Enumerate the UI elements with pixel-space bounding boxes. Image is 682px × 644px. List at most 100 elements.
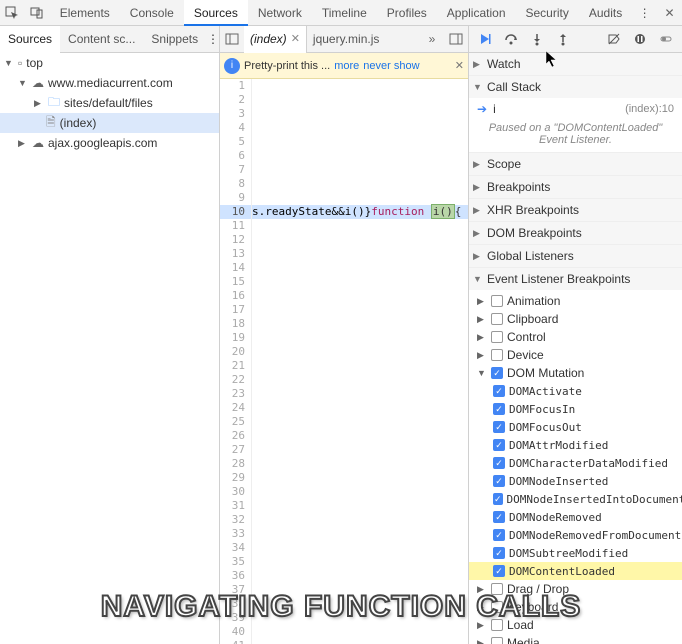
event-item[interactable]: ✓ DOMContentLoaded (469, 562, 682, 580)
checkbox[interactable] (491, 313, 503, 325)
checkbox[interactable] (491, 331, 503, 343)
file-tab-jquery[interactable]: jquery.min.js (307, 32, 385, 46)
tab-security[interactable]: Security (516, 0, 579, 26)
infobar-more-link[interactable]: more (334, 60, 359, 72)
debugger-pane: ▶Watch ▼Call Stack ➔ i (index):10 Paused… (469, 53, 682, 644)
event-item[interactable]: ✓DOMAttrModified (469, 436, 682, 454)
callstack-frame[interactable]: ➔ i (index):10 (469, 100, 682, 118)
more-icon[interactable]: ⋮ (632, 0, 657, 26)
tab-elements[interactable]: Elements (50, 0, 120, 26)
deactivate-breakpoints-button[interactable] (604, 29, 624, 49)
section-watch[interactable]: ▶Watch (469, 53, 682, 75)
tab-console[interactable]: Console (120, 0, 184, 26)
step-out-button[interactable] (553, 29, 573, 49)
event-category[interactable]: ▶Clipboard (469, 310, 682, 328)
checkbox[interactable]: ✓ (493, 529, 505, 541)
event-item-label: DOMContentLoaded (509, 565, 615, 578)
inspect-icon[interactable] (0, 0, 25, 26)
device-icon[interactable] (25, 0, 50, 26)
event-item[interactable]: ✓DOMFocusOut (469, 418, 682, 436)
checkbox[interactable]: ✓ (493, 421, 505, 433)
checkbox[interactable]: ✓ (493, 475, 505, 487)
section-dom-breakpoints[interactable]: ▶DOM Breakpoints (469, 222, 682, 244)
resume-button[interactable] (475, 29, 495, 49)
subtab-sources[interactable]: Sources (0, 26, 60, 53)
event-item[interactable]: ✓ DOMSubtreeModified (469, 544, 682, 562)
checkbox[interactable] (491, 295, 503, 307)
tab-network[interactable]: Network (248, 0, 312, 26)
chevron-right-icon: ▶ (477, 296, 487, 307)
section-event-listener-breakpoints[interactable]: ▼Event Listener Breakpoints (469, 268, 682, 290)
overflow-icon[interactable]: » (420, 26, 444, 53)
event-category[interactable]: ▶Drag / Drop (469, 580, 682, 598)
checkbox[interactable]: ✓ (493, 385, 505, 397)
code-area[interactable]: s.readyState&&i()}function i(){ (252, 79, 468, 644)
event-item[interactable]: ✓DOMNodeRemoved (469, 508, 682, 526)
devtools-top-tabs: Elements Console Sources Network Timelin… (0, 0, 682, 26)
tree-domain2[interactable]: ▶ ☁ ajax.googleapis.com (0, 133, 219, 153)
toggle-debugger-icon[interactable] (444, 26, 468, 53)
pause-exceptions-button[interactable] (630, 29, 650, 49)
event-category[interactable]: ▶Keyboard (469, 598, 682, 616)
event-category-label: DOM Mutation (507, 366, 584, 380)
event-item[interactable]: ✓DOMNodeInserted (469, 472, 682, 490)
file-tab-index[interactable]: (index) ✕ (244, 26, 307, 53)
section-breakpoints[interactable]: ▶Breakpoints (469, 176, 682, 198)
event-category[interactable]: ▶Animation (469, 292, 682, 310)
checkbox[interactable]: ✓ (493, 403, 505, 415)
checkbox[interactable] (491, 619, 503, 631)
checkbox[interactable] (491, 637, 503, 644)
step-into-button[interactable] (527, 29, 547, 49)
tree-file-index[interactable]: 🗎 (index) (0, 113, 219, 133)
checkbox[interactable]: ✓ (493, 547, 505, 559)
subtab-snippets[interactable]: Snippets (143, 26, 206, 53)
subtab-content-scripts[interactable]: Content sc... (60, 26, 143, 53)
section-xhr-breakpoints[interactable]: ▶XHR Breakpoints (469, 199, 682, 221)
event-category-label: Device (507, 348, 544, 362)
event-item[interactable]: ✓DOMFocusIn (469, 400, 682, 418)
close-devtools-icon[interactable]: ✕ (657, 6, 682, 20)
checkbox[interactable]: ✓ (493, 439, 505, 451)
toggle-navigator-icon[interactable] (220, 26, 244, 53)
event-category[interactable]: ▶Device (469, 346, 682, 364)
tree-domain[interactable]: ▼ ☁ www.mediacurrent.com (0, 73, 219, 93)
event-item[interactable]: ✓DOMNodeInsertedIntoDocument (469, 490, 682, 508)
event-item[interactable]: ✓DOMActivate (469, 382, 682, 400)
chevron-down-icon: ▼ (477, 368, 487, 378)
async-toggle[interactable] (656, 29, 676, 49)
more-icon[interactable]: ⋮ (207, 32, 219, 46)
event-category[interactable]: ▼ ✓ DOM Mutation (469, 364, 682, 382)
tab-timeline[interactable]: Timeline (312, 0, 377, 26)
tree-folder[interactable]: ▶ 🗀 sites/default/files (0, 93, 219, 113)
event-category[interactable]: ▶Load (469, 616, 682, 634)
checkbox[interactable]: ✓ (493, 565, 505, 577)
section-callstack[interactable]: ▼Call Stack (469, 76, 682, 98)
tab-profiles[interactable]: Profiles (377, 0, 437, 26)
tab-sources[interactable]: Sources (184, 0, 248, 26)
pretty-print-infobar: i Pretty-print this ... more never show … (220, 53, 468, 79)
line-gutter[interactable]: 1234567891011121314151617181920212223242… (220, 79, 252, 644)
tab-application[interactable]: Application (437, 0, 516, 26)
current-frame-icon: ➔ (477, 102, 487, 116)
event-category[interactable]: ▶Media (469, 634, 682, 644)
checkbox[interactable]: ✓ (493, 457, 505, 469)
checkbox[interactable]: ✓ (491, 367, 503, 379)
event-item-label: DOMSubtreeModified (509, 547, 628, 560)
checkbox[interactable] (491, 583, 503, 595)
checkbox[interactable]: ✓ (493, 511, 505, 523)
infobar-never-link[interactable]: never show (363, 60, 419, 72)
checkbox[interactable]: ✓ (493, 493, 503, 505)
close-icon[interactable]: ✕ (291, 26, 300, 53)
checkbox[interactable] (491, 601, 503, 613)
event-item[interactable]: ✓DOMNodeRemovedFromDocument (469, 526, 682, 544)
event-category[interactable]: ▶Control (469, 328, 682, 346)
tree-root[interactable]: ▼ ▫ top (0, 53, 219, 73)
tab-audits[interactable]: Audits (579, 0, 632, 26)
event-item[interactable]: ✓DOMCharacterDataModified (469, 454, 682, 472)
section-global-listeners[interactable]: ▶Global Listeners (469, 245, 682, 267)
section-scope[interactable]: ▶Scope (469, 153, 682, 175)
checkbox[interactable] (491, 349, 503, 361)
sources-toolbar: Sources Content sc... Snippets ⋮ (index)… (0, 26, 682, 53)
step-over-button[interactable] (501, 29, 521, 49)
close-icon[interactable]: ✕ (455, 59, 464, 72)
